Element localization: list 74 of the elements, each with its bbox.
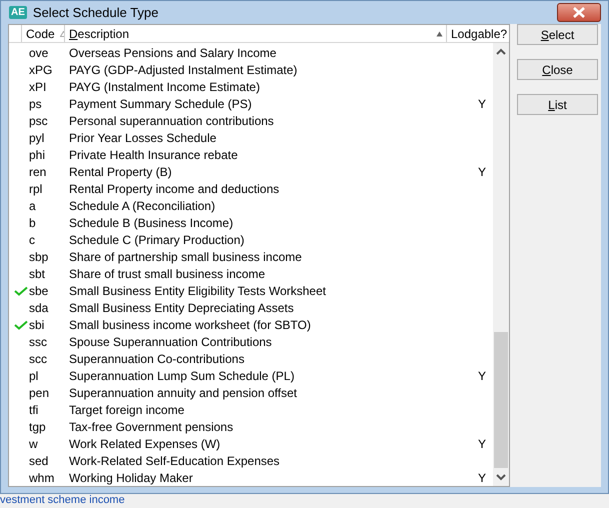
table-cell: Y — [478, 368, 486, 382]
table-cell-text: sed — [28, 454, 50, 468]
table-cell-text: Spouse Superannuation Contributions — [69, 334, 273, 348]
table-cell-text: Overseas Pensions and Salary Income — [69, 46, 278, 60]
table-cell-text: Small business income worksheet (for SBTO) — [69, 318, 312, 332]
app-icon: AE — [9, 6, 27, 19]
table-cell-text: Superannuation Co-contributions — [69, 352, 246, 366]
dialog-button[interactable]: Select — [517, 24, 598, 45]
table-cell-text: Schedule C (Primary Production) — [69, 232, 246, 246]
column-header[interactable]: Description — [64, 25, 446, 42]
table-cell-text: xPG — [28, 62, 54, 76]
table-cell-text: pyl — [28, 130, 46, 144]
table-cell-text: psc — [28, 114, 49, 128]
table-cell: Y — [478, 96, 486, 110]
sort-icon — [60, 30, 64, 36]
table-cell-text: phi — [28, 148, 46, 162]
table-cell-text: Target foreign income — [69, 402, 186, 416]
table-cell-text: tfi — [28, 402, 40, 416]
table-cell-text: Small Business Entity Eligibility Tests Worksheet — [69, 284, 327, 298]
sort-icon — [436, 30, 443, 36]
table-cell-text: xPI — [28, 80, 48, 94]
table-cell-text: Tax-free Government pensions — [69, 420, 234, 434]
table-cell-text: whm — [28, 470, 56, 484]
table-cell-text: Private Health Insurance rebate — [69, 148, 239, 162]
table-cell-text: Rental Property (B) — [69, 164, 173, 178]
table-cell-text: tgp — [28, 420, 47, 434]
table-cell-text: PAYG (Instalment Income Estimate) — [69, 80, 261, 94]
table-cell-text: ssc — [28, 334, 48, 348]
table-cell-text: Superannuation annuity and pension offset — [69, 386, 298, 400]
table-cell-text: ren — [28, 164, 48, 178]
table-cell-text: scc — [28, 352, 48, 366]
table-cell-text: b — [28, 216, 37, 230]
table-cell-text: Share of trust small business income — [69, 266, 266, 280]
table-cell-text: Rental Property income and deductions — [69, 182, 280, 196]
table-cell-text: Payment Summary Schedule (PS) — [69, 96, 253, 110]
table-cell-text: Work-Related Self-Education Expenses — [69, 454, 281, 468]
table-cell-text: pen — [28, 386, 50, 400]
table-cell-text: rpl — [28, 182, 44, 196]
background-link[interactable]: vestment scheme income — [0, 494, 125, 507]
table-cell-text: a — [28, 198, 37, 212]
table-cell-text: ps — [28, 96, 43, 110]
table-cell-text: c — [28, 232, 36, 246]
table-cell-text: sbt — [28, 266, 46, 280]
table-cell-text: sbp — [28, 250, 50, 264]
table-cell-text: Superannuation Lump Sum Schedule (PL) — [69, 368, 296, 382]
scrollbar[interactable] — [493, 43, 509, 486]
scroll-up-icon[interactable] — [496, 48, 506, 55]
table-cell-text: sbe — [28, 284, 50, 298]
close-button[interactable] — [557, 3, 601, 22]
dialog-button[interactable]: List — [517, 94, 598, 115]
column-header[interactable]: Lodgable? — [446, 25, 509, 42]
scroll-down-icon[interactable] — [496, 474, 506, 481]
table-cell-text: Work Related Expenses (W) — [69, 436, 222, 450]
table-cell-text: w — [28, 436, 39, 450]
table-cell-text: ove — [28, 46, 50, 60]
table-cell-text: Personal superannuation contributions — [69, 114, 275, 128]
table-cell-text: Small Business Entity Depreciating Assets — [69, 300, 295, 314]
table-cell-text: sbi — [28, 318, 46, 332]
table-cell-text: Schedule A (Reconciliation) — [69, 198, 216, 212]
table-cell: Y — [478, 436, 486, 450]
column-header[interactable]: Code — [21, 25, 64, 42]
scrollbar-thumb[interactable] — [494, 332, 508, 468]
table-cell-text: Share of partnership small business income — [69, 250, 303, 264]
table-cell-text: sda — [28, 300, 50, 314]
table-cell: Y — [478, 470, 486, 484]
table-cell-text: PAYG (GDP-Adjusted Instalment Estimate) — [69, 62, 298, 76]
table-cell-text: Working Holiday Maker — [69, 470, 194, 484]
table-cell-text: Prior Year Losses Schedule — [69, 130, 218, 144]
table-cell-text: Schedule B (Business Income) — [69, 216, 234, 230]
window-title: Select Schedule Type — [32, 5, 160, 20]
dialog-button[interactable]: Close — [517, 59, 598, 80]
table-cell: Y — [478, 164, 486, 178]
table-cell-text: pl — [28, 368, 40, 382]
close-icon — [572, 7, 586, 18]
